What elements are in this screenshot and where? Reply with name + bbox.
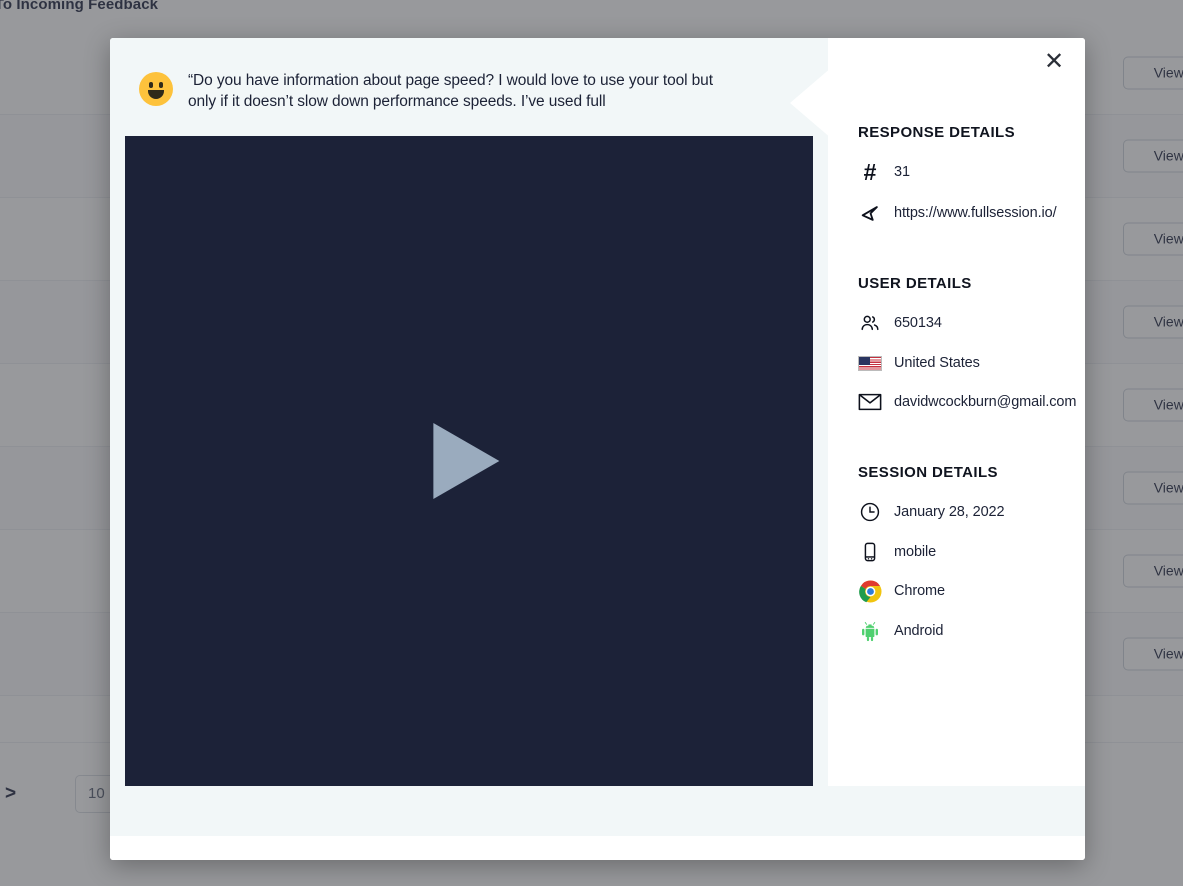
- modal-lower-band: [110, 786, 1085, 836]
- envelope-icon: [858, 390, 882, 414]
- hash-icon: #: [863, 158, 877, 185]
- detail-row-browser: Chrome: [858, 579, 945, 603]
- close-icon[interactable]: ✕: [1037, 45, 1071, 79]
- detail-row-email: davidwcockburn@gmail.com: [858, 390, 1076, 414]
- detail-row-user-id: 650134: [858, 311, 942, 335]
- page-url-value[interactable]: https://www.fullsession.io/: [894, 205, 1057, 221]
- slightly-smiling-face-icon: [139, 72, 173, 106]
- detail-row-response-id: # 31: [858, 160, 910, 184]
- device-value: mobile: [894, 544, 937, 560]
- detail-row-country: United States: [858, 351, 980, 375]
- country-value: United States: [894, 355, 980, 371]
- email-value[interactable]: davidwcockburn@gmail.com: [894, 394, 1076, 410]
- cursor-arrow-icon: [858, 201, 882, 225]
- session-replay-video[interactable]: [125, 136, 813, 786]
- section-heading-user-details: USER DETAILS: [858, 275, 972, 292]
- os-value: Android: [894, 623, 944, 639]
- section-heading-response-details: RESPONSE DETAILS: [858, 124, 1015, 141]
- detail-row-device: mobile: [858, 540, 936, 564]
- session-date-value: January 28, 2022: [894, 504, 1005, 520]
- mobile-phone-icon: [858, 540, 882, 564]
- detail-row-page-url: https://www.fullsession.io/: [858, 201, 1057, 225]
- detail-row-session-date: January 28, 2022: [858, 500, 1005, 524]
- android-icon: [858, 619, 882, 643]
- modal-media-panel: “Do you have information about page spee…: [110, 38, 828, 786]
- feedback-quote-row: “Do you have information about page spee…: [139, 70, 818, 113]
- user-id-value: 650134: [894, 315, 942, 331]
- play-button-icon[interactable]: [433, 423, 500, 499]
- response-id-value: 31: [894, 164, 910, 180]
- modal-footer: [110, 836, 1085, 860]
- feedback-quote-text: “Do you have information about page spee…: [188, 72, 713, 111]
- speech-bubble-notch: [790, 67, 832, 139]
- detail-row-os: Android: [858, 619, 943, 643]
- modal-details-panel: ✕ RESPONSE DETAILS # 31 https://www.full…: [828, 38, 1085, 786]
- us-flag-icon: [858, 351, 882, 375]
- feedback-detail-modal: “Do you have information about page spee…: [110, 38, 1085, 860]
- browser-value: Chrome: [894, 583, 945, 599]
- clock-icon: [858, 500, 882, 524]
- chrome-icon: [858, 579, 882, 603]
- users-icon: [858, 311, 882, 335]
- section-heading-session-details: SESSION DETAILS: [858, 464, 998, 481]
